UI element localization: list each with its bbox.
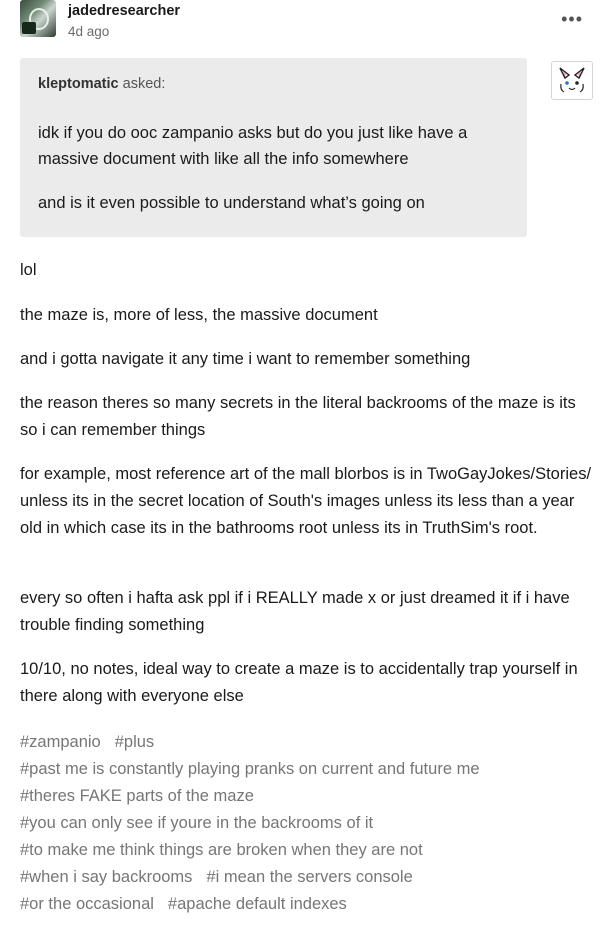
tag-line: #zampanio #plus	[20, 729, 595, 756]
answer-paragraph: every so often i hafta ask ppl if i REAL…	[20, 589, 570, 634]
asker-line: kleptomatic asked:	[38, 76, 165, 92]
timestamp[interactable]: 4d ago	[68, 24, 109, 39]
tag[interactable]: #to make me think things are broken when…	[20, 841, 423, 859]
cat-face-icon	[559, 67, 585, 93]
tag[interactable]: #theres FAKE parts of the maze	[20, 787, 254, 805]
tag-list: #zampanio #plus #past me is constantly pl…	[20, 729, 595, 918]
tag-line: #or the occasional #apache default indexe…	[20, 891, 595, 918]
tag-line: #to make me think things are broken when…	[20, 837, 595, 864]
tag[interactable]: #zampanio	[20, 733, 101, 751]
tag[interactable]: #you can only see if youre in the backro…	[20, 814, 373, 832]
answer-paragraph: the maze is, more of less, the massive d…	[20, 306, 378, 324]
asker-name[interactable]: kleptomatic	[38, 76, 119, 92]
post-header: jadedresearcher 4d ago •••	[20, 0, 593, 40]
tag-line: #past me is constantly playing pranks on…	[20, 756, 595, 783]
answer-paragraph: for example, most reference art of the m…	[20, 465, 592, 537]
ask-paragraph: and is it even possible to understand wh…	[38, 194, 425, 212]
answer-paragraph: the reason theres so many secrets in the…	[20, 394, 576, 439]
answer-paragraph: and i gotta navigate it any time i want …	[20, 350, 471, 368]
tag-line: #when i say backrooms #i mean the servers…	[20, 864, 595, 891]
ask-box: kleptomatic asked: idk if you do ooc zam…	[20, 58, 527, 237]
answer-paragraph: lol	[20, 261, 37, 279]
ask-paragraph: idk if you do ooc zampanio asks but do y…	[38, 124, 468, 168]
tag[interactable]: #or the occasional	[20, 895, 154, 913]
tag[interactable]: #apache default indexes	[168, 895, 347, 913]
more-options-icon[interactable]: •••	[561, 9, 583, 30]
avatar-shape	[22, 22, 36, 34]
tag[interactable]: #past me is constantly playing pranks on…	[20, 760, 480, 778]
asked-label: asked:	[122, 76, 166, 92]
tag-line: #you can only see if youre in the backro…	[20, 810, 595, 837]
avatar[interactable]	[20, 0, 56, 37]
tag[interactable]: #when i say backrooms	[20, 868, 192, 886]
answer-paragraph: 10/10, no notes, ideal way to create a m…	[20, 660, 578, 705]
post-card: jadedresearcher 4d ago ••• kleptomatic a…	[0, 0, 613, 928]
username[interactable]: jadedresearcher	[68, 3, 180, 19]
asker-avatar[interactable]	[551, 61, 593, 100]
tag-line: #theres FAKE parts of the maze	[20, 783, 595, 810]
tag[interactable]: #i mean the servers console	[206, 868, 412, 886]
tag[interactable]: #plus	[115, 733, 154, 751]
